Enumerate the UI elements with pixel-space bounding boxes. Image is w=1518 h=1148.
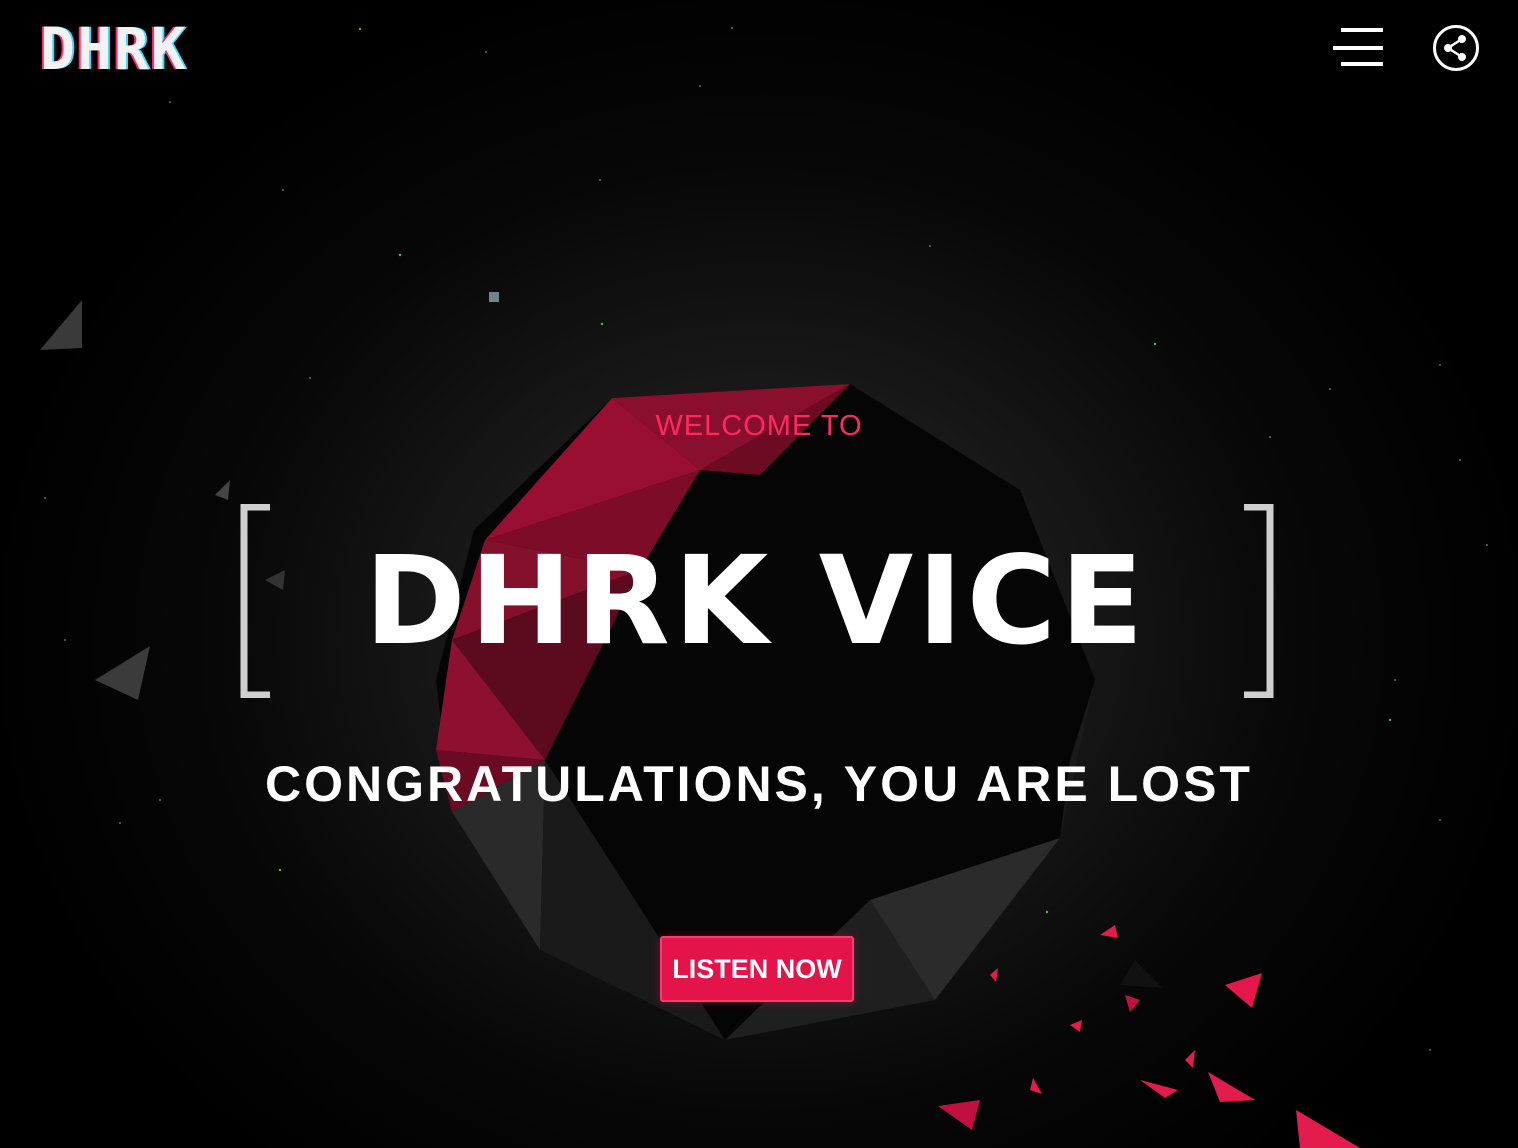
hamburger-menu-icon-line (1341, 62, 1383, 66)
hero-stage: DHRK WELCOME TO DHRK VICE CONGRATULATION… (0, 0, 1518, 1148)
hamburger-menu-icon (1341, 28, 1383, 32)
hamburger-menu-icon-line (1333, 46, 1383, 50)
tagline: CONGRATULATIONS, YOU ARE LOST (265, 756, 1253, 812)
welcome-text: WELCOME TO (655, 410, 863, 442)
page-title: DHRK VICE (364, 530, 1148, 672)
right-bracket-decoration (1244, 504, 1274, 698)
share-button[interactable] (1432, 24, 1480, 72)
share-icon (1433, 25, 1479, 71)
hamburger-menu-button[interactable] (1333, 26, 1383, 70)
left-bracket-decoration (240, 504, 270, 698)
listen-now-button[interactable]: LISTEN NOW (660, 936, 854, 1002)
site-logo[interactable]: DHRK (40, 20, 188, 78)
